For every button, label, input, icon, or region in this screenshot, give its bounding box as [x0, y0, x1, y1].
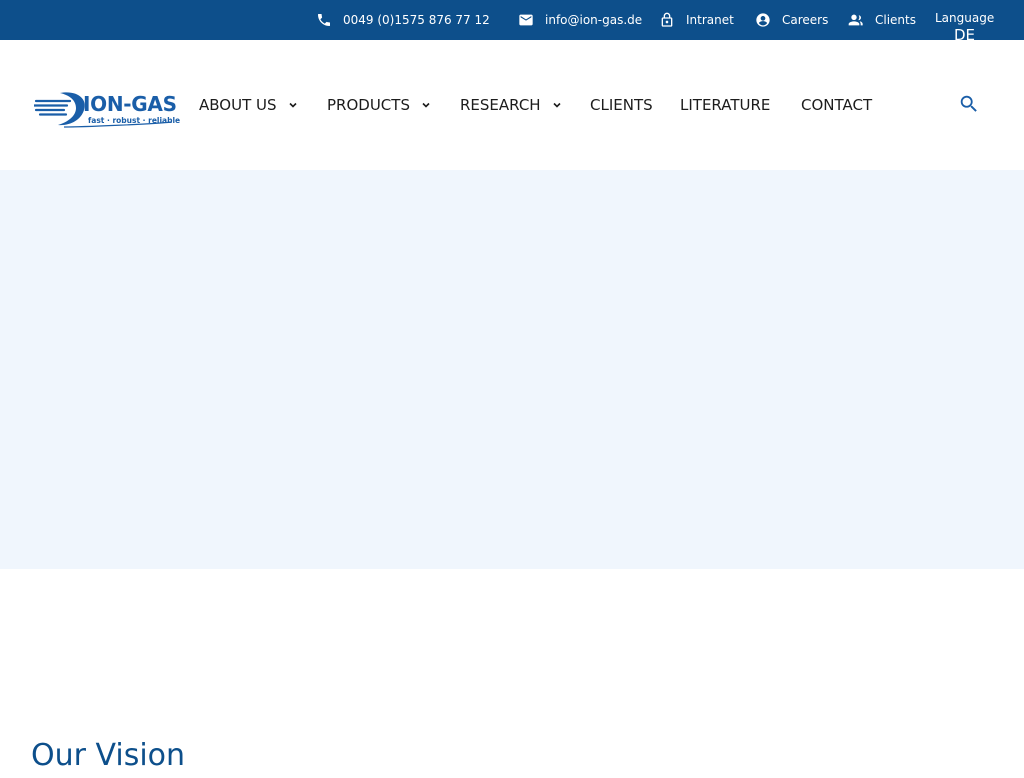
nav-item-research[interactable]: RESEARCH [460, 80, 563, 130]
search-button[interactable] [958, 91, 982, 117]
nav-item-label: CLIENTS [590, 96, 653, 114]
language-label: Language [935, 11, 995, 25]
nav-item-label: PRODUCTS [327, 96, 410, 114]
clients-link[interactable]: Clients [848, 0, 916, 40]
nav-item-clients[interactable]: CLIENTS [590, 80, 653, 130]
logo-wordmark: ION-GAS [83, 92, 177, 116]
top-utility-bar: 0049 (0)1575 876 77 12 info@ion-gas.de I… [0, 0, 1024, 46]
site-logo[interactable]: ION-GAS fast · robust · reliable [34, 89, 180, 131]
intranet-link[interactable]: Intranet [659, 0, 734, 40]
search-icon [960, 95, 977, 112]
vision-heading: Our Vision [31, 738, 186, 773]
hero-banner [0, 170, 1024, 569]
mail-icon [519, 14, 533, 26]
chevron-down-icon [420, 99, 432, 111]
intranet-label: Intranet [686, 13, 734, 27]
nav-item-about-us[interactable]: ABOUT US [199, 80, 299, 130]
nav-item-label: ABOUT US [199, 96, 277, 114]
chevron-down-icon [287, 99, 299, 111]
phone-number: 0049 (0)1575 876 77 12 [343, 13, 490, 27]
careers-link[interactable]: Careers [755, 0, 828, 40]
careers-label: Careers [782, 13, 829, 27]
nav-item-contact[interactable]: CONTACT [801, 80, 872, 130]
nav-item-label: RESEARCH [460, 96, 541, 114]
logo-tagline: fast · robust · reliable [88, 116, 181, 125]
clients-label: Clients [875, 13, 916, 27]
phone-link[interactable]: 0049 (0)1575 876 77 12 [316, 0, 490, 40]
nav-item-label: CONTACT [801, 96, 873, 114]
chevron-down-icon [551, 99, 563, 111]
lock-icon [661, 12, 673, 27]
site-header: ION-GAS fast · robust · reliable ABOUT U… [0, 40, 1024, 170]
nav-item-label: LITERATURE [680, 96, 771, 114]
phone-icon [318, 14, 330, 26]
email-link[interactable]: info@ion-gas.de [518, 0, 642, 40]
nav-item-products[interactable]: PRODUCTS [327, 80, 432, 130]
people-icon [848, 14, 863, 26]
email-address: info@ion-gas.de [545, 13, 643, 27]
account-circle-icon [756, 13, 770, 27]
nav-item-literature[interactable]: LITERATURE [680, 80, 770, 130]
